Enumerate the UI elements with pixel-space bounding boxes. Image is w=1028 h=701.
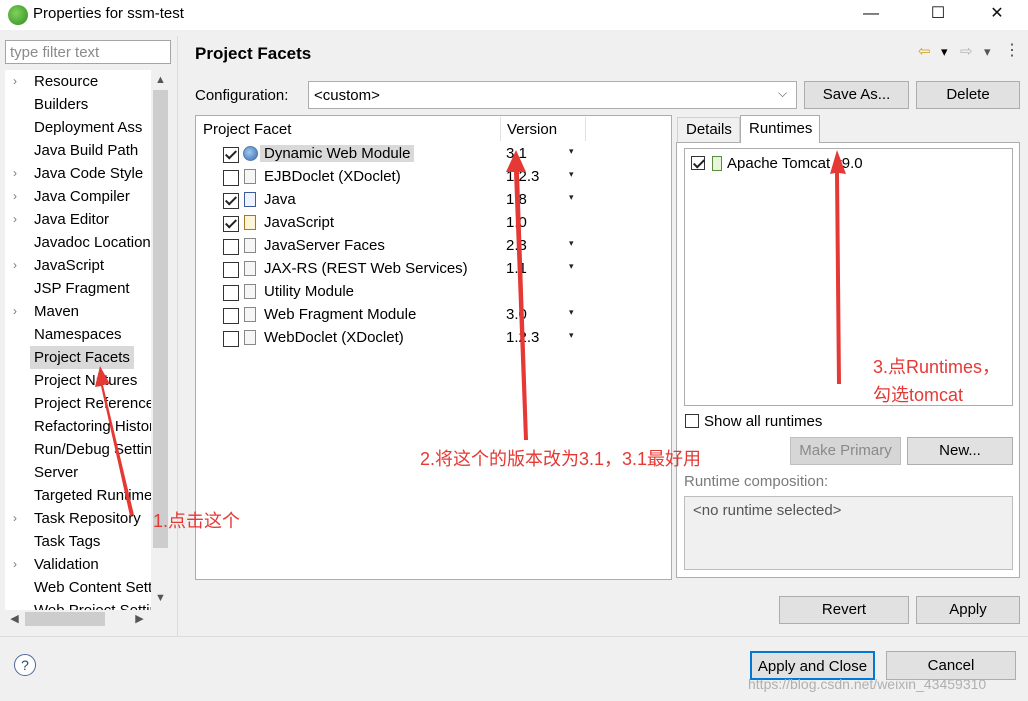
arrow-step2 [506, 150, 528, 440]
watermark-text: https://blog.csdn.net/weixin_43459310 [748, 676, 987, 692]
annotation-step3-line2: 勾选tomcat [873, 385, 964, 405]
annotation-step2: 2.将这个的版本改为3.1，3.1最好用 [420, 449, 702, 469]
arrow-step1 [95, 366, 134, 516]
annotation-step3-line1: 3.点Runtimes， [873, 357, 1001, 377]
annotation-arrows [95, 150, 846, 516]
annotation-step1: 1.点击这个 [153, 511, 241, 531]
arrow-step3 [830, 150, 846, 384]
